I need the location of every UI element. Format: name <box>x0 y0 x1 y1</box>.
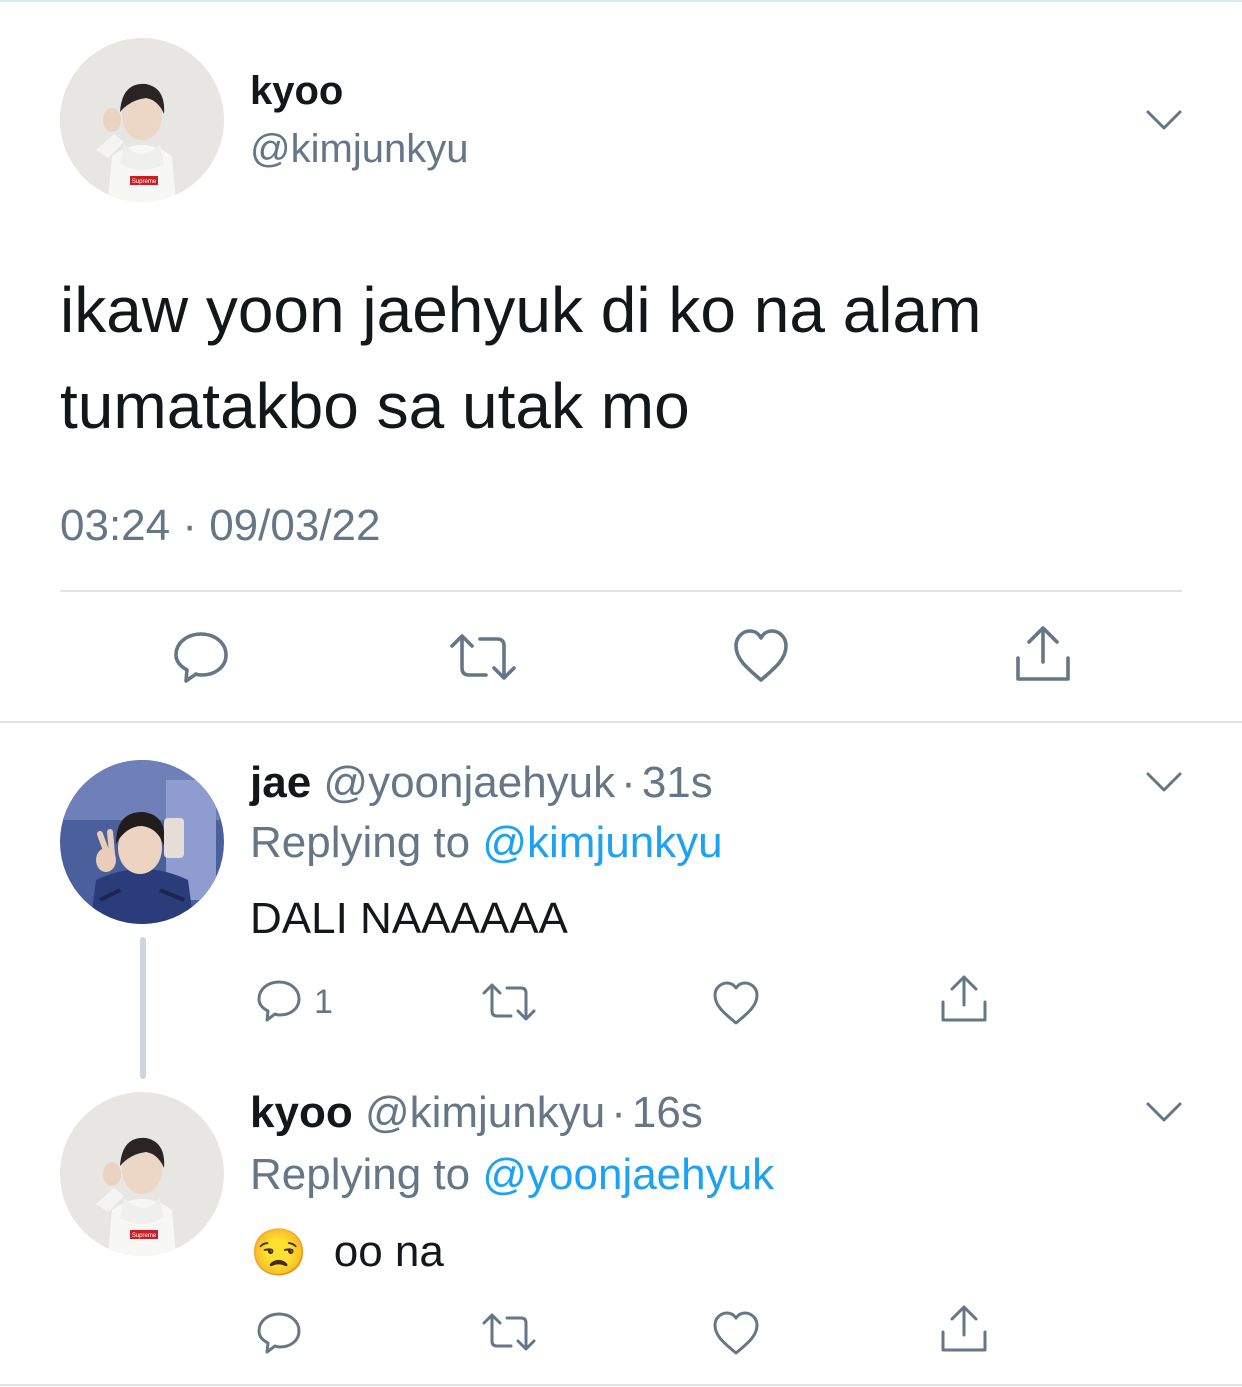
avatar-kyoo[interactable]: Supreme <box>60 38 224 202</box>
retweet-button[interactable] <box>482 982 536 1022</box>
handle[interactable]: @kimjunkyu <box>250 124 468 174</box>
reply-button[interactable] <box>172 628 230 686</box>
heart-icon <box>713 1311 759 1355</box>
reply-text: DALI NAAAAAA <box>250 894 568 943</box>
like-button[interactable] <box>732 628 790 684</box>
tweet-text-line-2: tumatakbo sa utak mo <box>60 370 690 442</box>
bottom-divider <box>0 1384 1242 1386</box>
reply-time[interactable]: 31s <box>642 758 713 807</box>
share-button[interactable] <box>940 974 988 1024</box>
reply-icon <box>174 632 228 683</box>
tweet-text: ikaw yoon jaehyuk di ko na alam tumatakb… <box>60 262 981 454</box>
top-border <box>0 0 1242 2</box>
reply-text-row: 😒 oo na <box>250 1222 444 1282</box>
reply-button[interactable]: 1 <box>256 978 346 1024</box>
heart-icon <box>734 629 788 682</box>
retweet-icon <box>482 983 536 1021</box>
thread-line <box>140 937 146 1079</box>
reply-display-name[interactable]: jae <box>250 758 311 807</box>
share-icon <box>1016 626 1070 681</box>
divider <box>60 590 1182 592</box>
share-icon <box>941 975 987 1022</box>
share-icon <box>941 1305 987 1352</box>
reply-count: 1 <box>314 983 333 1021</box>
chevron-down-icon[interactable] <box>1144 1096 1184 1126</box>
reply-icon <box>257 1312 301 1354</box>
chevron-down-icon[interactable] <box>1144 766 1184 796</box>
retweet-button[interactable] <box>450 632 516 682</box>
tweet-timestamp[interactable]: 03:24 · 09/03/22 <box>60 500 380 552</box>
replying-to-label: Replying to <box>250 818 483 867</box>
display-name[interactable]: kyoo <box>250 66 343 116</box>
reply-handle[interactable]: @yoonjaehyuk <box>323 758 615 807</box>
separator-dot: · <box>621 758 636 807</box>
reply-display-name[interactable]: kyoo <box>250 1088 353 1137</box>
reply-header: jae @yoonjaehyuk · 31s <box>250 756 713 810</box>
replying-to: Replying to @kimjunkyu <box>250 816 723 870</box>
retweet-icon <box>450 634 516 680</box>
avatar-jae[interactable] <box>60 760 224 924</box>
reply-icon <box>257 980 301 1022</box>
tweet-text-line-1: ikaw yoon jaehyuk di ko na alam <box>60 274 982 346</box>
reply-header: kyoo @kimjunkyu · 16s <box>250 1086 703 1140</box>
avatar-logo-text: Supreme <box>132 179 157 185</box>
separator-dot: · <box>611 1088 626 1137</box>
like-button[interactable] <box>712 1310 760 1356</box>
reply-time[interactable]: 16s <box>632 1088 703 1137</box>
section-divider <box>0 721 1242 723</box>
avatar-logo-text: Supreme <box>132 1233 157 1239</box>
unamused-face-emoji-icon: 😒 <box>250 1226 308 1278</box>
retweet-icon <box>482 1313 536 1351</box>
retweet-button[interactable] <box>482 1312 536 1352</box>
replying-to-label: Replying to <box>250 1150 483 1199</box>
reply-button[interactable] <box>256 1310 302 1356</box>
reply-handle[interactable]: @kimjunkyu <box>365 1088 605 1137</box>
avatar-kyoo[interactable]: Supreme <box>60 1092 224 1256</box>
share-button[interactable] <box>1014 624 1072 684</box>
heart-icon <box>713 981 759 1025</box>
like-button[interactable] <box>712 980 760 1026</box>
more-options-chevron-icon[interactable] <box>1144 104 1184 134</box>
replying-to: Replying to @yoonjaehyuk <box>250 1148 774 1202</box>
share-button[interactable] <box>940 1304 988 1354</box>
replying-to-link[interactable]: @yoonjaehyuk <box>482 1150 774 1199</box>
reply-text: oo na <box>333 1227 444 1276</box>
replying-to-link[interactable]: @kimjunkyu <box>482 818 722 867</box>
